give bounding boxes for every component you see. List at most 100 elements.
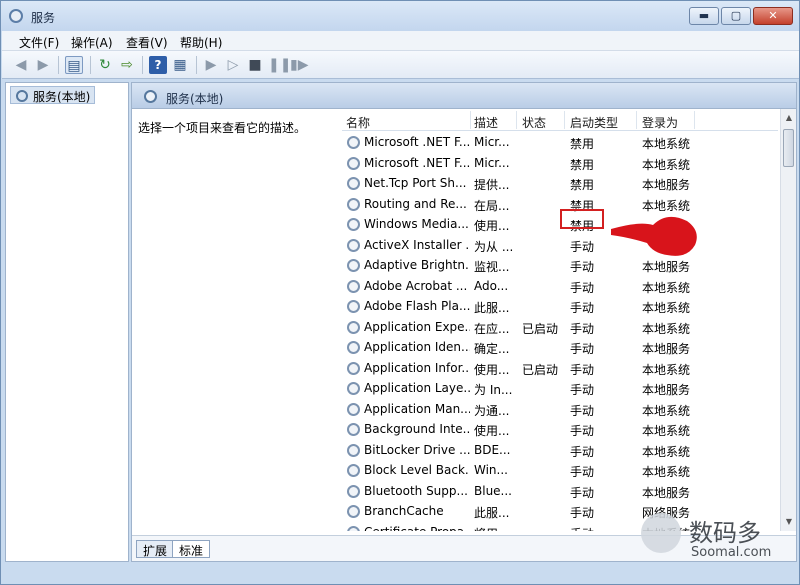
forward-arrow-icon[interactable]: ▶	[34, 56, 52, 74]
service-logon: 本地系统	[642, 301, 691, 315]
menu-action[interactable]: 操作(A)	[71, 34, 113, 51]
toolbar-separator	[58, 56, 59, 74]
stop-service-icon[interactable]: ■	[246, 56, 264, 74]
service-startup-type: 手动	[570, 444, 595, 459]
title-bar[interactable]: 服务 ▬ ▢ ✕	[1, 1, 799, 31]
service-gear-icon	[347, 197, 360, 211]
menu-file[interactable]: 文件(F)	[19, 34, 59, 51]
service-name: Certificate Propa...	[364, 525, 470, 532]
table-row[interactable]: Block Level Back... Win... 手动 本地系统	[342, 461, 778, 482]
column-divider[interactable]	[636, 111, 637, 129]
watermark-site: Soomal.com	[691, 545, 772, 560]
start-service-icon[interactable]: ▶	[202, 56, 220, 74]
table-row[interactable]: Application Infor... 使用... 已启动 手动 本地系统	[342, 359, 778, 380]
service-startup-type: 手动	[570, 465, 595, 479]
service-name: Windows Media...	[364, 217, 469, 231]
service-gear-icon	[347, 464, 360, 477]
column-divider[interactable]	[470, 111, 471, 129]
service-gear-icon	[347, 443, 360, 457]
service-logon: 本地服务	[642, 485, 691, 500]
service-name: Application Laye...	[364, 381, 470, 395]
table-row[interactable]: ActiveX Installer ... 为从 ... 手动	[342, 236, 778, 257]
tree-item-services-local[interactable]: 服务(本地)	[10, 86, 96, 104]
service-startup-type: 手动	[570, 260, 595, 274]
service-name: ActiveX Installer ...	[364, 237, 470, 252]
table-row[interactable]: Microsoft .NET F... Micr... 禁用 本地系统	[342, 154, 778, 175]
services-gear-icon	[16, 90, 28, 102]
tree-item-label: 服务(本地)	[33, 90, 91, 104]
close-button[interactable]: ✕	[753, 7, 793, 25]
watermark: 数码多 Soomal.com	[641, 513, 791, 573]
table-row[interactable]: Bluetooth Supp... Blue... 手动 本地服务	[342, 482, 778, 503]
services-gear-icon	[9, 9, 23, 23]
window-title: 服务	[31, 11, 56, 25]
service-name: Application Expe...	[364, 319, 470, 334]
menu-help[interactable]: 帮助(H)	[180, 34, 222, 51]
column-divider[interactable]	[694, 111, 695, 129]
column-header-log-on-as[interactable]: 登录为	[642, 114, 678, 131]
service-logon: 本地系统	[642, 321, 691, 336]
column-header-name[interactable]: 名称	[346, 114, 370, 131]
service-startup-type: 手动	[570, 321, 595, 336]
column-header-description[interactable]: 描述	[474, 114, 498, 131]
service-gear-icon	[347, 505, 360, 518]
table-row[interactable]: Application Expe... 在应... 已启动 手动 本地系统	[342, 318, 778, 339]
service-logon: 本地系统	[642, 157, 691, 172]
scroll-up-icon[interactable]: ▲	[784, 113, 794, 122]
column-header-startup-type[interactable]: 启动类型	[570, 114, 618, 131]
vertical-scrollbar[interactable]: ▲ ▼	[780, 109, 796, 531]
service-logon: 本地服务	[642, 260, 691, 274]
service-name: BranchCache	[364, 504, 444, 518]
table-row[interactable]: Application Man... 为通... 手动 本地系统	[342, 400, 778, 421]
tab-extended[interactable]: 扩展	[136, 540, 175, 558]
column-headers: 名称 描述 状态 启动类型 登录为	[342, 109, 778, 131]
menu-view[interactable]: 查看(V)	[126, 34, 168, 51]
soomal-logo-icon	[641, 513, 681, 553]
table-row[interactable]: Adobe Acrobat ... Ado... 手动 本地系统	[342, 277, 778, 298]
table-row[interactable]: Background Inte... 使用... 手动 本地系统	[342, 420, 778, 441]
service-name: Adaptive Brightn...	[364, 258, 470, 272]
service-gear-icon	[347, 382, 360, 395]
table-row[interactable]: Net.Tcp Port Sh... 提供... 禁用 本地服务	[342, 174, 778, 195]
service-logon: 本地系统	[642, 444, 691, 459]
service-startup-type: 手动	[570, 424, 595, 438]
service-desc: Micr...	[474, 135, 510, 149]
service-status: 已启动	[522, 321, 559, 336]
refresh-icon[interactable]: ↻	[96, 56, 114, 74]
service-startup-type: 手动	[570, 403, 595, 418]
show-hide-console-tree-icon[interactable]: ▤	[65, 56, 83, 74]
maximize-button[interactable]: ▢	[721, 7, 751, 25]
start-service-alt-icon[interactable]: ▷	[224, 56, 242, 74]
table-row[interactable]: Adobe Flash Pla... 此服... 手动 本地系统	[342, 297, 778, 318]
service-desc: Blue...	[474, 483, 512, 498]
table-row[interactable]: Application Laye... 为 In... 手动 本地服务	[342, 379, 778, 400]
column-header-status[interactable]: 状态	[522, 114, 546, 131]
tab-standard[interactable]: 标准	[172, 540, 211, 558]
service-startup-type: 禁用	[570, 178, 595, 192]
service-desc: Win...	[474, 463, 508, 477]
minimize-button[interactable]: ▬	[689, 7, 719, 25]
column-divider[interactable]	[516, 111, 517, 129]
table-row[interactable]: Adaptive Brightn... 监视... 手动 本地服务	[342, 256, 778, 277]
properties-icon[interactable]: ▦	[171, 56, 189, 74]
service-startup-type: 手动	[570, 506, 595, 520]
highlight-box	[560, 209, 604, 229]
service-desc: 在应...	[474, 321, 510, 336]
table-row[interactable]: Application Iden... 确定... 手动 本地服务	[342, 338, 778, 359]
restart-service-icon[interactable]: ▮▶	[290, 56, 308, 74]
services-window: 服务 ▬ ▢ ✕ 文件(F) 操作(A) 查看(V) 帮助(H) ◀ ▶ ▤ ↻…	[0, 0, 800, 585]
service-startup-type: 禁用	[570, 137, 595, 151]
table-row[interactable]: BitLocker Drive ... BDE... 手动 本地系统	[342, 441, 778, 462]
column-divider[interactable]	[564, 111, 565, 129]
scrollbar-thumb[interactable]	[783, 129, 794, 167]
back-arrow-icon[interactable]: ◀	[12, 56, 30, 74]
table-row[interactable]: Microsoft .NET F... Micr... 禁用 本地系统	[342, 133, 778, 154]
service-desc: 将用...	[474, 525, 514, 532]
service-logon: 本地服务	[642, 342, 691, 356]
pause-service-icon[interactable]: ❚❚	[268, 56, 291, 74]
service-name: Adobe Flash Pla...	[364, 299, 470, 313]
service-gear-icon	[347, 341, 360, 354]
service-startup-type: 手动	[570, 280, 595, 295]
export-list-icon[interactable]: ⇨	[118, 56, 136, 74]
help-icon[interactable]: ?	[149, 56, 167, 74]
